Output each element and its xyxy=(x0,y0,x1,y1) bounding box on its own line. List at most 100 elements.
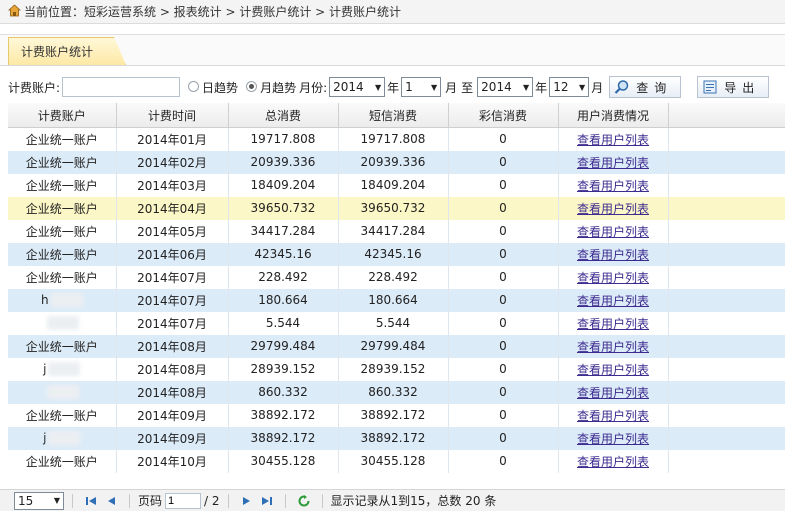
page-size-select[interactable]: 15 ▼ xyxy=(14,491,64,510)
cell-account-text: 企业统一账户 xyxy=(25,224,98,239)
day-trend-label: 日趋势 xyxy=(202,80,239,95)
cell-mms-text: 0 xyxy=(499,293,507,307)
table-row[interactable]: 企业统一账户 2014年09月 38892.172 38892.172 0 查看用户列表 xyxy=(8,403,785,427)
column-header-account[interactable]: 计费账户 xyxy=(8,103,117,128)
to-year-select[interactable]: 2014 ▼ xyxy=(477,77,534,97)
page-number-input[interactable] xyxy=(165,492,202,509)
column-header-sms[interactable]: 短信消费 xyxy=(338,103,449,128)
cell-time-text: 2014年07月 xyxy=(137,316,207,331)
view-user-list-link[interactable]: 查看用户列表 xyxy=(577,133,649,147)
view-user-list-link[interactable]: 查看用户列表 xyxy=(577,156,649,170)
cell-time: 2014年07月 xyxy=(116,311,229,335)
cell-total-text: 5.544 xyxy=(265,316,301,330)
view-user-list-link[interactable]: 查看用户列表 xyxy=(577,294,649,308)
first-page-icon[interactable] xyxy=(85,495,97,507)
cell-sms: 28939.152 xyxy=(338,357,449,381)
tab-billing-account-stats[interactable]: 计费账户统计 xyxy=(8,37,126,65)
column-header-total[interactable]: 总消费 xyxy=(228,103,339,128)
table-row[interactable]: 企业统一账户 2014年03月 18409.204 18409.204 0 查看用户列表 xyxy=(8,173,785,197)
view-user-list-link[interactable]: 查看用户列表 xyxy=(577,386,649,400)
table-row[interactable]: 2014年07月 5.544 5.544 0 查看用户列表 xyxy=(8,311,785,335)
from-year-select[interactable]: 2014 ▼ xyxy=(329,77,386,97)
cell-mms: 0 xyxy=(448,219,559,243)
next-page-icon[interactable] xyxy=(241,495,253,507)
month-unit-label: 月 xyxy=(445,80,458,95)
table-row[interactable]: 企业统一账户 2014年02月 20939.336 20939.336 0 查看用户列表 xyxy=(8,150,785,174)
view-user-list-link[interactable]: 查看用户列表 xyxy=(577,179,649,193)
account-input[interactable] xyxy=(62,77,181,97)
table-row[interactable]: 企业统一账户 2014年07月 228.492 228.492 0 查看用户列表 xyxy=(8,265,785,289)
cell-total: 34417.284 xyxy=(228,219,339,243)
cell-sms-text: 38892.172 xyxy=(360,408,426,422)
month-unit-label: 月 xyxy=(591,80,604,95)
view-user-list-link[interactable]: 查看用户列表 xyxy=(577,317,649,331)
cell-time-text: 2014年08月 xyxy=(137,339,207,354)
table-row[interactable]: 企业统一账户 2014年01月 19717.808 19717.808 0 查看用户列表 xyxy=(8,127,785,151)
table-row[interactable]: h 2014年07月 180.664 180.664 0 查看用户列表 xyxy=(8,288,785,312)
cell-mms-text: 0 xyxy=(499,178,507,192)
table-row[interactable]: 2014年08月 860.332 860.332 0 查看用户列表 xyxy=(8,380,785,404)
search-icon xyxy=(614,80,629,94)
cell-account: 企业统一账户 xyxy=(8,150,117,174)
cell-time-text: 2014年05月 xyxy=(137,224,207,239)
cell-total-text: 42345.16 xyxy=(254,247,312,261)
month-trend-radio[interactable]: 月趋势 xyxy=(246,79,296,96)
cell-user-list: 查看用户列表 xyxy=(558,449,669,473)
cell-time-text: 2014年07月 xyxy=(137,270,207,285)
view-user-list-link[interactable]: 查看用户列表 xyxy=(577,225,649,239)
column-header-user-usage[interactable]: 用户消费情况 xyxy=(558,103,669,128)
cell-sms-text: 42345.16 xyxy=(364,247,422,261)
view-user-list-link[interactable]: 查看用户列表 xyxy=(577,455,649,469)
column-header-filler xyxy=(668,103,785,128)
cell-user-list: 查看用户列表 xyxy=(558,219,669,243)
cell-account: j xyxy=(8,357,117,381)
cell-sms-text: 19717.808 xyxy=(360,132,426,147)
column-header-time[interactable]: 计费时间 xyxy=(116,103,229,128)
to-month-select[interactable]: 12 ▼ xyxy=(549,77,590,97)
table-row[interactable]: 企业统一账户 2014年08月 29799.484 29799.484 0 查看用户列表 xyxy=(8,334,785,358)
cell-total-text: 28939.152 xyxy=(250,362,316,376)
cell-mms-text: 0 xyxy=(499,155,507,169)
cell-user-list: 查看用户列表 xyxy=(558,311,669,335)
prev-page-icon[interactable] xyxy=(105,495,117,507)
divider xyxy=(321,493,323,508)
table-row[interactable]: j 2014年09月 38892.172 38892.172 0 查看用户列表 xyxy=(8,426,785,450)
cell-time: 2014年10月 xyxy=(116,449,229,473)
view-user-list-link[interactable]: 查看用户列表 xyxy=(577,202,649,216)
view-user-list-link[interactable]: 查看用户列表 xyxy=(577,340,649,354)
refresh-icon[interactable] xyxy=(298,494,310,507)
export-button[interactable]: 导出 xyxy=(697,76,770,98)
view-user-list-link[interactable]: 查看用户列表 xyxy=(577,248,649,262)
tab-strip: 计费账户统计 xyxy=(0,34,785,66)
cell-total: 18409.204 xyxy=(228,173,339,197)
cell-account-text: 企业统一账户 xyxy=(25,201,98,216)
table-row[interactable]: 企业统一账户 2014年10月 30455.128 30455.128 0 查看用户列表 xyxy=(8,449,785,473)
cell-account-text: 企业统一账户 xyxy=(25,132,98,147)
redacted-account xyxy=(48,362,81,377)
table-row[interactable]: 企业统一账户 2014年05月 34417.284 34417.284 0 查看用户列表 xyxy=(8,219,785,243)
cell-sms: 228.492 xyxy=(338,265,449,289)
cell-time: 2014年04月 xyxy=(116,196,229,220)
cell-account: j xyxy=(8,426,117,450)
last-page-icon[interactable] xyxy=(261,495,273,507)
view-user-list-link[interactable]: 查看用户列表 xyxy=(577,432,649,446)
cell-mms: 0 xyxy=(448,173,559,197)
cell-sms-text: 30455.128 xyxy=(360,454,426,468)
table-row[interactable]: j 2014年08月 28939.152 28939.152 0 查看用户列表 xyxy=(8,357,785,381)
table-row[interactable]: 企业统一账户 2014年04月 39650.732 39650.732 0 查看用户列表 xyxy=(8,196,785,220)
cell-time-text: 2014年10月 xyxy=(137,454,207,469)
view-user-list-link[interactable]: 查看用户列表 xyxy=(577,409,649,423)
view-user-list-link[interactable]: 查看用户列表 xyxy=(577,271,649,285)
cell-total: 28939.152 xyxy=(228,357,339,381)
chevron-down-icon: ▼ xyxy=(430,82,438,92)
day-trend-radio[interactable]: 日趋势 xyxy=(188,79,238,96)
chevron-down-icon: ▼ xyxy=(53,496,60,505)
from-month-select[interactable]: 1 ▼ xyxy=(401,77,442,97)
cell-total: 19717.808 xyxy=(228,127,339,151)
cell-time: 2014年06月 xyxy=(116,242,229,266)
view-user-list-link[interactable]: 查看用户列表 xyxy=(577,363,649,377)
cell-total-text: 30455.128 xyxy=(250,454,316,468)
table-row[interactable]: 企业统一账户 2014年06月 42345.16 42345.16 0 查看用户列表 xyxy=(8,242,785,266)
column-header-mms[interactable]: 彩信消费 xyxy=(448,103,559,128)
query-button[interactable]: 查询 xyxy=(609,76,682,98)
